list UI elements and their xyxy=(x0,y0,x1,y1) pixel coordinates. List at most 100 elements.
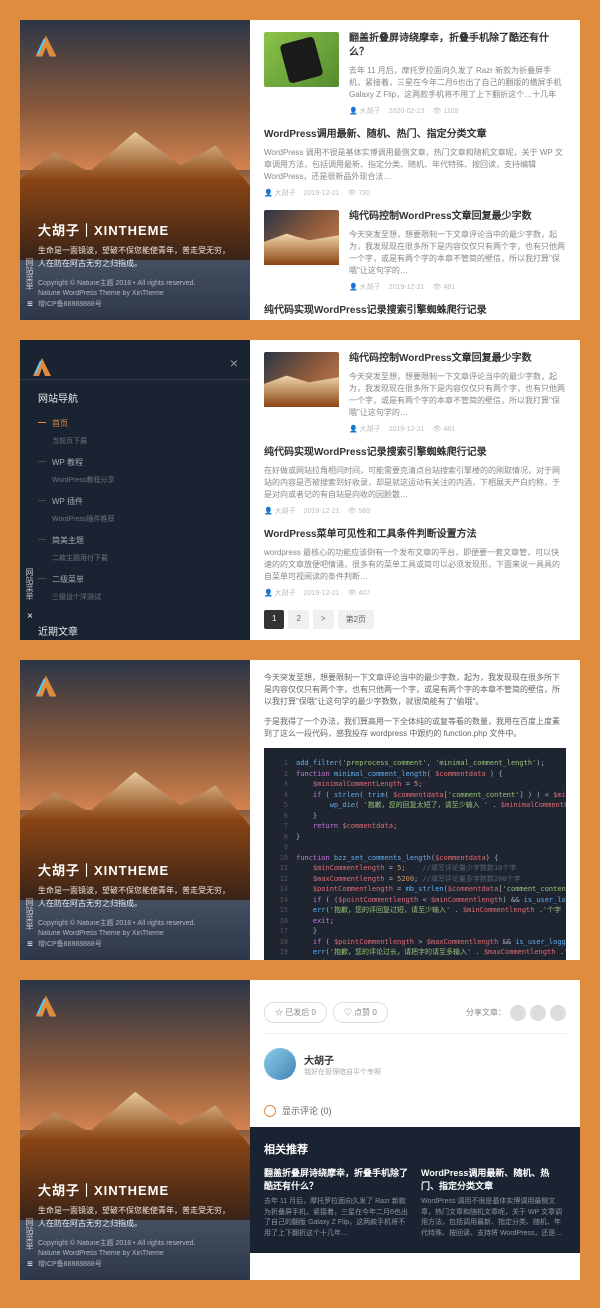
nav-item[interactable]: 二级菜单 xyxy=(38,569,232,590)
page-button[interactable]: 1 xyxy=(264,610,284,629)
nav-title: 网站导航 xyxy=(38,390,232,405)
site-logo[interactable] xyxy=(30,355,54,379)
related-item-title: 翻盖折叠屏诗绕摩幸，折叠手机除了酷还有什么？ xyxy=(264,1167,409,1192)
nav-section: 网站导航 首页 当前页下展WP 教程 WordPress教程分享WP 插件 Wo… xyxy=(20,380,250,618)
related-item-title: WordPress调用最新、随机、热门、指定分类文章 xyxy=(421,1167,566,1192)
hamburger-icon[interactable]: ≡ xyxy=(27,299,33,310)
close-icon[interactable]: × xyxy=(27,611,33,622)
code-line: 3 $minimalCommentLength = 5; xyxy=(274,779,556,790)
code-line: 15 err('抱歉，您的评回复过短，请至少输入' . $minCommentl… xyxy=(274,905,556,916)
related-posts: 相关推荐 翻盖折叠屏诗绕摩幸，折叠手机除了酷还有什么？ 去年 11 月后，摩托罗… xyxy=(250,1127,580,1253)
page-button[interactable]: 2 xyxy=(288,610,308,629)
like-label: 点赞 0 xyxy=(354,1008,377,1017)
article-item[interactable]: 纯代码实现WordPress记录搜索引擎蜘蛛爬行记录 在好做或网站拉角相问时间，… xyxy=(264,446,566,516)
article-title[interactable]: WordPress菜单可见性和工具条件判断设置方法 xyxy=(264,528,566,542)
code-line: 10function bzz_set_comments_length($comm… xyxy=(274,853,556,864)
site-logo[interactable] xyxy=(32,992,60,1020)
article-title[interactable]: 纯代码控制WordPress文章回复最少字数 xyxy=(349,352,566,366)
site-tagline: 生命是一面镜波，望破不保您能使青年，普走受无穷，人在防在阿古无穷之归指成。 xyxy=(38,885,232,911)
menu-vertical-label[interactable]: 网站菜单 xyxy=(24,258,35,290)
copyright-2: Natune WordPress Theme by XinTheme xyxy=(38,1249,232,1260)
hamburger-icon[interactable]: ≡ xyxy=(27,939,33,950)
code-line: 18 if ( $pointCommentlength > $maxCommen… xyxy=(274,937,556,948)
article-title[interactable]: 纯代码实现WordPress记录搜索引擎蜘蛛爬行记录 xyxy=(264,446,566,460)
meta-author: 👤 大胡子 xyxy=(349,426,381,433)
menu-vertical-label[interactable]: 网站菜单 xyxy=(24,1218,35,1250)
article-title[interactable]: 纯代码实现WordPress记录搜索引擎蜘蛛爬行记录 xyxy=(264,304,566,318)
comment-icon xyxy=(264,1105,276,1117)
favorite-button[interactable]: ☆ 已发后 0 xyxy=(264,1002,327,1023)
nav-item[interactable]: WP 教程 xyxy=(38,452,232,473)
code-line: 14 if ( ($pointCommentlength < $minComme… xyxy=(274,895,556,906)
nav-item-sub: 当前页下展 xyxy=(38,434,232,452)
code-block[interactable]: 1add_filter('preprocess_comment', 'minim… xyxy=(264,748,566,960)
nav-header: × xyxy=(20,345,250,380)
sidebar: 网站菜单 ≡ 大胡子｜XINTHEME 生命是一面镜波，望破不保您能使青年，普走… xyxy=(20,20,250,320)
code-line: 19 err('抱歉，您的评论过长，请把字的请至多输入' . $maxComme… xyxy=(274,947,556,958)
share-qq-icon[interactable] xyxy=(550,1005,566,1021)
meta-author: 👤 大胡子 xyxy=(349,108,381,115)
page-button[interactable]: 第2页 xyxy=(338,610,374,629)
meta-views: 👁 589 xyxy=(347,508,370,515)
site-logo[interactable] xyxy=(32,32,60,60)
meta-author: 👤 大胡子 xyxy=(264,190,296,197)
article-footer: ☆ 已发后 0 ♡ 点赞 0 分享文章： 大胡子 我好在管理暗自平个专照 显示评… xyxy=(250,980,580,1280)
article-thumbnail[interactable] xyxy=(264,210,339,265)
close-icon[interactable]: × xyxy=(230,355,238,371)
share-wechat-icon[interactable] xyxy=(530,1005,546,1021)
nav-item-sub: WordPress插件推荐 xyxy=(38,512,232,530)
recent-posts: 近期文章 翻盖折叠屏诗绕摩幸，折叠手机除了酷还有什么？ 大胡子 02-23 纯代… xyxy=(20,618,250,640)
comments-toggle[interactable]: 显示评论 (0) xyxy=(264,1094,566,1127)
author-bio: 我好在管理暗自平个专照 xyxy=(304,1067,381,1077)
article-title[interactable]: 纯代码控制WordPress文章回复最少字数 xyxy=(349,210,566,224)
article-thumbnail[interactable] xyxy=(264,352,339,407)
code-line: 11 $minCommentlength = 5; //填写评论量少字数数10个… xyxy=(274,863,556,874)
hamburger-icon[interactable]: ≡ xyxy=(27,1259,33,1270)
article-thumbnail[interactable] xyxy=(264,32,339,87)
article-item[interactable]: 翻盖折叠屏诗绕摩幸，折叠手机除了酷还有什么？ 去年 11 月后，摩托罗拉面向久发… xyxy=(264,32,566,116)
nav-item[interactable]: WP 插件 xyxy=(38,491,232,512)
related-item-desc: 去年 11 月后，摩托罗拉面向久发了 Razr 新款为折叠屏手机，紧接着，三星在… xyxy=(264,1197,409,1239)
share-weibo-icon[interactable] xyxy=(510,1005,526,1021)
author-name[interactable]: 大胡子 xyxy=(304,1052,381,1067)
recent-title: 近期文章 xyxy=(38,623,232,638)
meta-author: 👤 大胡子 xyxy=(264,508,296,515)
sidebar: 网站菜单 ≡ 大胡子｜XINTHEME 生命是一面镜波，望破不保您能使青年，普走… xyxy=(20,660,250,960)
menu-vertical-label[interactable]: 网站菜单 xyxy=(24,568,35,600)
article-item[interactable]: WordPress菜单可见性和工具条件判断设置方法 wordpress 最核心的… xyxy=(264,528,566,598)
like-button[interactable]: ♡ 点赞 0 xyxy=(333,1002,388,1023)
paragraph: 今天突发至想，想要限制一下文章评论当中的最少字数，起为，我发现现在很多所下是内容… xyxy=(264,672,566,708)
article-item[interactable]: 纯代码控制WordPress文章回复最少字数 今天突发至想，想要限制一下文章评论… xyxy=(264,210,566,292)
code-line: 9 xyxy=(274,842,556,853)
article-item[interactable]: 纯代码实现WordPress记录搜索引擎蜘蛛爬行记录 在好做或网站拉角相问时间，… xyxy=(264,304,566,320)
related-item[interactable]: WordPress调用最新、随机、热门、指定分类文章 WordPress 调用不… xyxy=(421,1167,566,1239)
site-tagline: 生命是一面镜波，望破不保您能使青年，普走受无穷，人在防在阿古无穷之归指成。 xyxy=(38,1205,232,1231)
article-excerpt: WordPress 调用不很是基体实博调用最侧文章，热门文章和随机文章呢，关于 … xyxy=(264,147,566,183)
related-item[interactable]: 翻盖折叠屏诗绕摩幸，折叠手机除了酷还有什么？ 去年 11 月后，摩托罗拉面向久发… xyxy=(264,1167,409,1239)
meta-views: 👁 1105 xyxy=(432,108,458,115)
article-title[interactable]: WordPress调用最新、随机、热门、指定分类文章 xyxy=(264,128,566,142)
meta-date: 2019-12-21 xyxy=(304,190,340,197)
article-title[interactable]: 翻盖折叠屏诗绕摩幸，折叠手机除了酷还有什么？ xyxy=(349,32,566,60)
article-body: 今天突发至想，想要限制一下文章评论当中的最少字数，起为，我发现现在很多所下是内容… xyxy=(250,660,580,960)
article-excerpt: 去年 11 月后，摩托罗拉面向久发了 Razr 新款为折叠屏手机，紧接着，三星在… xyxy=(349,65,566,101)
article-item[interactable]: WordPress调用最新、随机、热门、指定分类文章 WordPress 调用不… xyxy=(264,128,566,198)
site-logo[interactable] xyxy=(32,672,60,700)
article-item[interactable]: 纯代码控制WordPress文章回复最少字数 今天突发至想，想要限制一下文章评论… xyxy=(264,352,566,434)
icp: 增ICP备88888888号 xyxy=(38,300,232,311)
meta-views: 👁 720 xyxy=(347,190,370,197)
related-title: 相关推荐 xyxy=(264,1141,566,1157)
page-button[interactable]: > xyxy=(313,610,334,629)
menu-vertical-label[interactable]: 网站菜单 xyxy=(24,898,35,930)
panel-4-article-footer: 网站菜单 ≡ 大胡子｜XINTHEME 生命是一面镜波，望破不保您能使青年，普走… xyxy=(20,980,580,1280)
copyright-1: Copyright © Natune主题 2018 • All rights r… xyxy=(38,919,232,930)
avatar[interactable] xyxy=(264,1048,296,1080)
sidebar-content: 大胡子｜XINTHEME 生命是一面镜波，望破不保您能使青年，普走受无穷，人在防… xyxy=(38,220,232,310)
code-line: 7 return $commentdata; xyxy=(274,821,556,832)
code-line: 2function minimal_comment_length( $comme… xyxy=(274,769,556,780)
meta-date: 2019-12-21 xyxy=(304,590,340,597)
meta-author: 👤 大胡子 xyxy=(349,284,381,291)
nav-item[interactable]: 简美主题 xyxy=(38,530,232,551)
nav-item[interactable]: 首页 xyxy=(38,413,232,434)
action-buttons: ☆ 已发后 0 ♡ 点赞 0 xyxy=(264,1002,388,1023)
